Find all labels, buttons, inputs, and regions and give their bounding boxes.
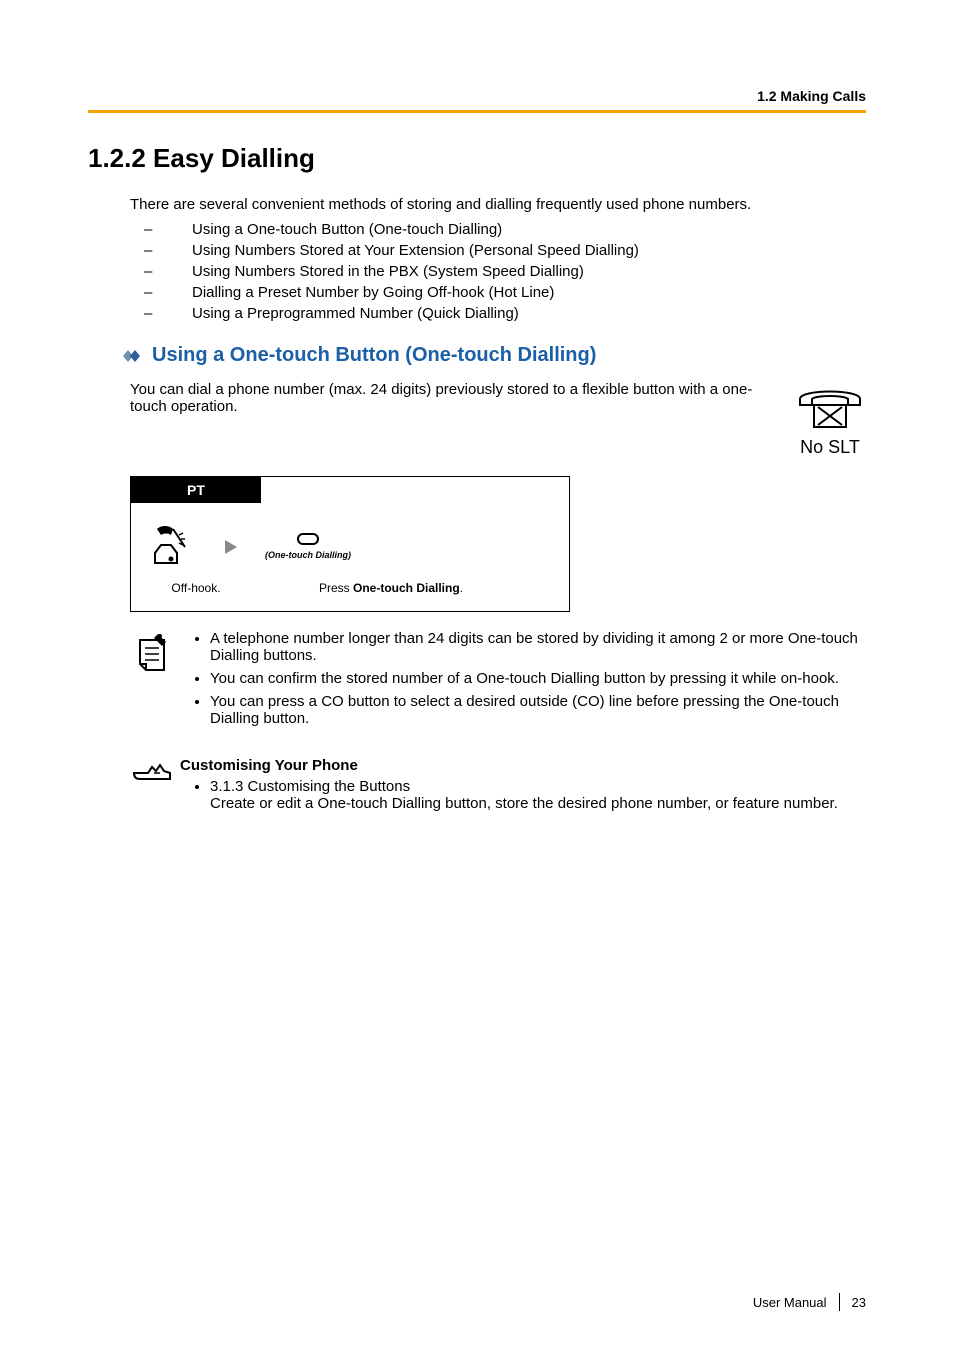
customise-title: Customising Your Phone xyxy=(180,757,838,774)
no-slt-label: No SLT xyxy=(794,437,866,458)
page-header-section: 1.2 Making Calls xyxy=(88,88,866,110)
procedure-tab: PT xyxy=(131,477,261,503)
button-small-label: (One-touch Dialling) xyxy=(265,551,351,561)
list-item: A telephone number longer than 24 digits… xyxy=(210,630,866,664)
notes-list: A telephone number longer than 24 digits… xyxy=(180,630,866,733)
list-item: Using Numbers Stored in the PBX (System … xyxy=(168,263,866,280)
page-footer: User Manual 23 xyxy=(753,1293,866,1311)
list-item: Dialling a Preset Number by Going Off-ho… xyxy=(168,284,866,301)
list-item: You can confirm the stored number of a O… xyxy=(210,670,866,687)
footer-label: User Manual xyxy=(753,1295,827,1310)
methods-list: Using a One-touch Button (One-touch Dial… xyxy=(168,221,866,322)
step-caption-offhook: Off-hook. xyxy=(151,581,241,595)
notes-icon xyxy=(130,630,180,676)
offhook-handset-icon xyxy=(151,523,197,565)
list-item: 3.1.3 Customising the Buttons Create or … xyxy=(210,778,838,812)
list-item: You can press a CO button to select a de… xyxy=(210,693,866,727)
section-title: 1.2.2 Easy Dialling xyxy=(88,143,866,174)
diamond-icon xyxy=(118,347,142,365)
header-rule xyxy=(88,110,866,113)
footer-page-number: 23 xyxy=(852,1295,866,1310)
intro-paragraph: There are several convenient methods of … xyxy=(130,196,866,213)
list-item: Using Numbers Stored at Your Extension (… xyxy=(168,242,866,259)
footer-divider xyxy=(839,1293,840,1311)
procedure-box: PT xyxy=(130,476,570,612)
customise-link: 3.1.3 Customising the Buttons xyxy=(210,778,410,795)
no-slt-phone-icon xyxy=(794,381,866,433)
customise-desc: Create or edit a One-touch Dialling butt… xyxy=(210,795,838,812)
sub-heading: Using a One-touch Button (One-touch Dial… xyxy=(152,344,596,367)
one-touch-button-icon xyxy=(265,533,351,545)
step-caption-press: Press One-touch Dialling. xyxy=(291,581,491,595)
customise-hand-icon xyxy=(130,757,180,787)
list-item: Using a One-touch Button (One-touch Dial… xyxy=(168,221,866,238)
arrow-right-icon xyxy=(223,538,239,556)
list-item: Using a Preprogrammed Number (Quick Dial… xyxy=(168,305,866,322)
customise-list: 3.1.3 Customising the Buttons Create or … xyxy=(180,778,838,812)
sub-paragraph: You can dial a phone number (max. 24 dig… xyxy=(130,381,784,415)
